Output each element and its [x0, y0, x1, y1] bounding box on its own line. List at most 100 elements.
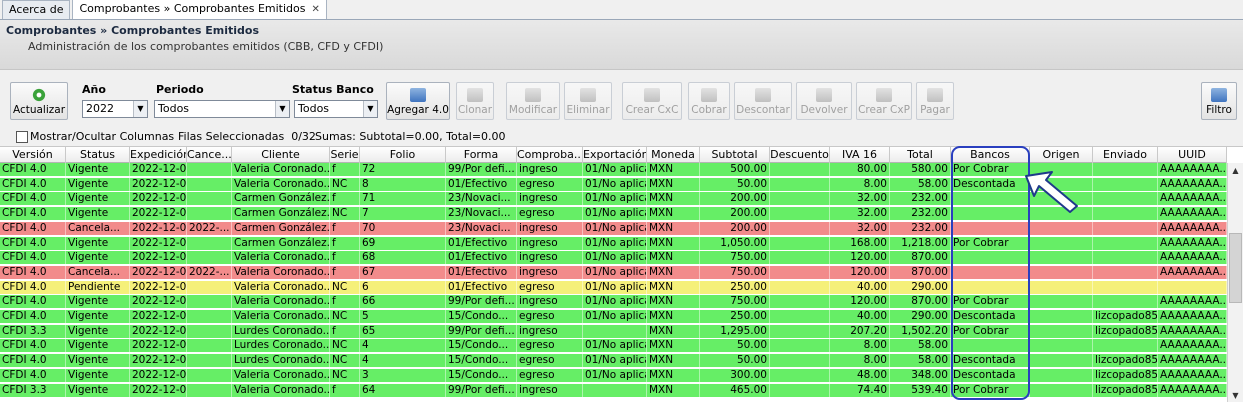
table-cell: 1,218.00 [890, 236, 951, 250]
table-cell: 01/No aplica [585, 280, 647, 294]
table-cell [951, 251, 1030, 265]
table-cell [187, 207, 232, 221]
table-cell: 2022-12-0... [132, 251, 187, 265]
delete-icon [580, 88, 596, 102]
collect-button[interactable]: Cobrar [688, 82, 730, 120]
column-header[interactable]: Comproba... [517, 147, 583, 163]
column-header[interactable]: Moneda [647, 147, 700, 163]
column-header[interactable]: Expedición [130, 147, 187, 163]
column-header[interactable]: Origen [1030, 147, 1093, 163]
table-cell: 99/Por defi... [446, 295, 517, 309]
return-icon [816, 88, 832, 102]
period-select[interactable]: Todos ▼ [154, 100, 290, 118]
table-row[interactable]: CFDI 3.3Vigente2022-12-0... Lurdes Corona… [0, 324, 1227, 338]
table-cell: CFDI 4.0 [0, 265, 66, 279]
year-select[interactable]: 2022 ▼ [82, 100, 148, 118]
table-cell: 01/No aplica [585, 221, 647, 235]
column-header[interactable]: Versión [0, 147, 66, 163]
table-cell: 290.00 [890, 280, 951, 294]
close-icon[interactable]: ✕ [311, 4, 319, 15]
refresh-button[interactable]: Actualizar [10, 82, 68, 120]
add-4-0-button[interactable]: Agregar 4.0 [386, 82, 450, 120]
column-header[interactable]: Folio [360, 147, 446, 163]
column-header[interactable]: Exportación [583, 147, 647, 163]
selected-rows-text: Filas Seleccionadas 0/32 [178, 130, 316, 143]
bank-status-label: Status Banco [292, 83, 374, 96]
filter-icon [1211, 88, 1227, 102]
table-row[interactable]: CFDI 3.3Vigente2022-12-0... Valeria Coron… [0, 383, 1227, 397]
table-cell: Vigente [66, 324, 130, 338]
table-row[interactable]: CFDI 4.0Vigente2022-12-0... Carmen Gonzál… [0, 192, 1227, 206]
table-row[interactable]: CFDI 4.0Pendiente2022-12-0... Valeria Cor… [0, 280, 1227, 294]
table-cell [1030, 251, 1093, 265]
discount-button[interactable]: Descontar [734, 82, 792, 120]
table-cell [187, 192, 232, 206]
page-subtitle: Administración de los comprobantes emiti… [28, 40, 384, 53]
column-header[interactable]: Subtotal [700, 147, 770, 163]
vertical-scrollbar[interactable]: ▲ ▼ [1227, 163, 1243, 402]
table-row[interactable]: CFDI 4.0Vigente2022-12-0... Valeria Coron… [0, 177, 1227, 191]
tab-acerca-de[interactable]: Acerca de [2, 0, 71, 19]
tab-comprobantes-emitidos[interactable]: Comprobantes » Comprobantes Emitidos ✕ [72, 0, 327, 19]
delete-button[interactable]: Eliminar [564, 82, 612, 120]
table-cell: 290.00 [890, 310, 951, 323]
table-row[interactable]: CFDI 4.0Vigente2022-12-0... Valeria Coron… [0, 310, 1227, 323]
column-header[interactable]: Forma [446, 147, 517, 163]
table-row[interactable]: CFDI 4.0Vigente2022-12-0... Valeria Coron… [0, 295, 1227, 309]
table-cell: MXN [647, 236, 700, 250]
modify-button[interactable]: Modificar [506, 82, 560, 120]
table-cell: 2022-12-0... [132, 221, 187, 235]
table-cell: Valeria Coronado... [234, 177, 330, 191]
pay-button[interactable]: Pagar [916, 82, 954, 120]
table-row[interactable]: CFDI 4.0Vigente2022-12-0... Lurdes Corona… [0, 339, 1227, 353]
table-cell: MXN [647, 383, 700, 397]
table-cell: 870.00 [890, 295, 951, 309]
scroll-up-icon[interactable]: ▲ [1228, 163, 1243, 178]
bank-status-select[interactable]: Todos ▼ [294, 100, 378, 118]
clone-button[interactable]: Clonar [456, 82, 494, 120]
filter-button[interactable]: Filtro [1201, 82, 1237, 120]
table-cell: 50.00 [700, 354, 770, 368]
create-cxp-button[interactable]: Crear CxP [856, 82, 912, 120]
table-cell: 80.00 [830, 163, 890, 176]
column-header[interactable]: Status [66, 147, 130, 163]
table-cell: f [330, 383, 360, 397]
table-cell: Vigente [66, 251, 130, 265]
table-cell [1093, 207, 1158, 221]
column-header[interactable]: Descuento [770, 147, 830, 163]
column-header[interactable]: Cance... [187, 147, 232, 163]
create-cxc-button[interactable]: Crear CxC [622, 82, 682, 120]
table-row[interactable]: CFDI 4.0Vigente2022-12-0... Carmen Gonzál… [0, 236, 1227, 250]
column-header[interactable]: Total [890, 147, 951, 163]
table-cell: 99/Por defi... [446, 324, 517, 338]
table-row[interactable]: CFDI 4.0Cancela...2022-12-0...2022-...Va… [0, 265, 1227, 279]
table-cell: 99/Por defi... [446, 383, 517, 397]
column-header[interactable]: Cliente [232, 147, 330, 163]
column-header[interactable]: Enviado [1093, 147, 1158, 163]
edit-icon [525, 88, 541, 102]
scroll-down-icon[interactable]: ▼ [1228, 388, 1243, 402]
table-row[interactable]: CFDI 4.0Vigente2022-12-0... Lurdes Corona… [0, 354, 1227, 368]
table-cell: 01/No aplica [585, 368, 647, 382]
table-cell: AAAAAAAA... [1160, 354, 1227, 368]
table-row[interactable]: CFDI 4.0Vigente2022-12-0... Valeria Coron… [0, 163, 1227, 176]
table-cell [1093, 265, 1158, 279]
table-cell: 1,502.20 [890, 324, 951, 338]
table-row[interactable]: CFDI 4.0Vigente2022-12-0... Valeria Coron… [0, 251, 1227, 265]
column-header[interactable]: Serie [330, 147, 360, 163]
table-cell: AAAAAAAA... [1160, 368, 1227, 382]
toggle-columns-label[interactable]: Mostrar/Ocultar Columnas [30, 130, 174, 143]
column-header[interactable]: IVA 16 [830, 147, 890, 163]
table-cell [1030, 368, 1093, 382]
refresh-icon [31, 88, 47, 102]
return-button[interactable]: Devolver [796, 82, 852, 120]
table-cell: AAAAAAAA... [1160, 177, 1227, 191]
table-row[interactable]: CFDI 4.0Vigente2022-12-0... Valeria Coron… [0, 368, 1227, 382]
column-header[interactable]: Bancos [951, 147, 1030, 163]
table-row[interactable]: CFDI 4.0Cancela...2022-12-0...2022-...Ca… [0, 221, 1227, 235]
column-header[interactable]: UUID [1158, 147, 1227, 163]
table-cell: Valeria Coronado... [234, 280, 330, 294]
toggle-columns-checkbox[interactable] [16, 131, 28, 143]
scroll-thumb[interactable] [1229, 233, 1242, 303]
table-row[interactable]: CFDI 4.0Vigente2022-12-0... Carmen Gonzál… [0, 207, 1227, 221]
